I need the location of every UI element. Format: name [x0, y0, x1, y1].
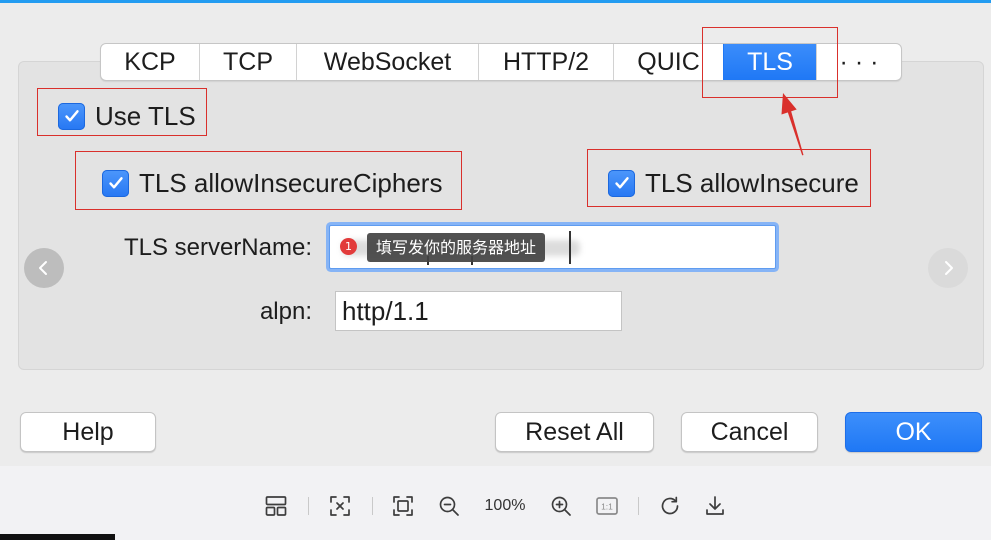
text-cursor — [569, 231, 571, 264]
toolbar-divider — [372, 497, 373, 515]
actual-size-icon[interactable]: 1:1 — [595, 494, 619, 518]
alpn-input[interactable] — [335, 291, 622, 331]
window-top-accent-line — [0, 0, 991, 3]
server-name-label: TLS serverName: — [123, 234, 312, 261]
rotate-icon[interactable] — [658, 494, 682, 518]
layout-icon[interactable] — [264, 494, 288, 518]
tab-tcp[interactable]: TCP — [199, 44, 296, 80]
previous-page-button[interactable] — [24, 248, 64, 288]
actual-size-label: 1:1 — [601, 502, 613, 512]
alpn-label: alpn: — [259, 298, 312, 325]
allow-insecure-ciphers-checkbox[interactable] — [102, 169, 129, 197]
annotation-tooltip: 填写发你的服务器地址 — [367, 233, 545, 262]
ok-button[interactable]: OK — [845, 412, 982, 452]
reset-all-button[interactable]: Reset All — [495, 412, 654, 452]
fit-screen-icon[interactable] — [391, 494, 415, 518]
tab-http2[interactable]: HTTP/2 — [478, 44, 613, 80]
chevron-right-icon — [945, 261, 953, 275]
use-tls-checkbox[interactable] — [58, 102, 85, 130]
allow-insecure-ciphers-option[interactable]: TLS allowInsecureCiphers — [102, 168, 442, 198]
use-tls-label: Use TLS — [95, 101, 196, 131]
checkmark-icon — [614, 177, 629, 189]
zoom-in-icon[interactable] — [549, 494, 573, 518]
download-icon[interactable] — [703, 494, 727, 518]
allow-insecure-option[interactable]: TLS allowInsecure — [608, 168, 859, 198]
cancel-button[interactable]: Cancel — [681, 412, 818, 452]
toolbar-divider — [308, 497, 309, 515]
checkmark-icon — [108, 177, 123, 189]
allow-insecure-label: TLS allowInsecure — [645, 168, 859, 198]
annotation-arrow — [781, 93, 804, 156]
help-button[interactable]: Help — [20, 412, 156, 452]
checkmark-icon — [64, 110, 79, 122]
allow-insecure-ciphers-label: TLS allowInsecureCiphers — [139, 168, 443, 198]
use-tls-option[interactable]: Use TLS — [58, 101, 196, 131]
tab-websocket[interactable]: WebSocket — [296, 44, 478, 80]
toolbar-divider — [638, 497, 639, 515]
next-page-button[interactable] — [928, 248, 968, 288]
annotation-badge: 1 — [340, 238, 357, 255]
taskbar-fragment — [0, 534, 115, 540]
chevron-left-icon — [39, 261, 47, 275]
exit-fullscreen-icon[interactable] — [328, 494, 352, 518]
allow-insecure-checkbox[interactable] — [608, 169, 635, 197]
server-name-field[interactable]: 1 填写发你的服务器地址 — [329, 225, 776, 269]
tab-kcp[interactable]: KCP — [101, 44, 199, 80]
zoom-out-icon[interactable] — [437, 494, 461, 518]
zoom-level: 100% — [484, 497, 526, 514]
